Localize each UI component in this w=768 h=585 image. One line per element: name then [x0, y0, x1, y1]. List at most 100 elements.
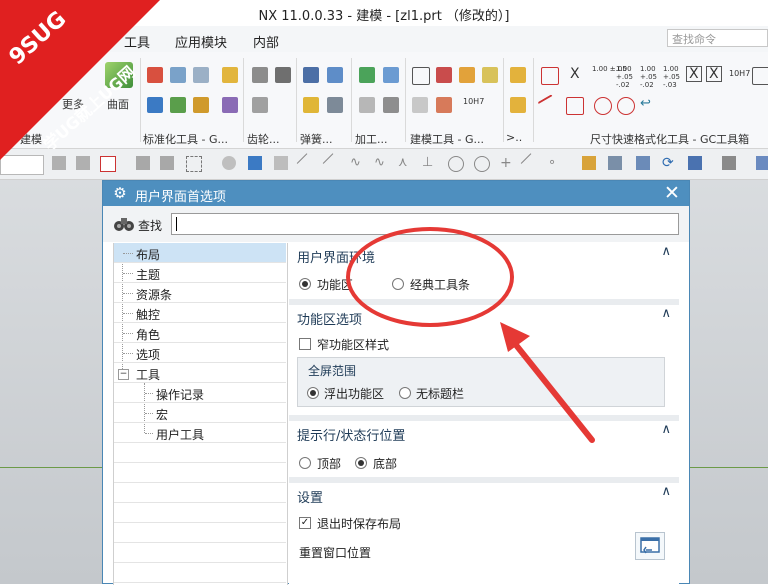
plus-icon[interactable]: +	[500, 156, 514, 170]
line-icon[interactable]	[520, 153, 542, 174]
find-input[interactable]	[171, 213, 679, 235]
spring-tool-icon-2[interactable]	[327, 67, 343, 83]
diameter-icon-2[interactable]	[617, 97, 635, 115]
machining-tool-icon-2[interactable]	[383, 67, 399, 83]
circle-center-icon[interactable]	[448, 156, 464, 172]
close-icon[interactable]: ✕	[663, 183, 681, 203]
dot-icon[interactable]: ∘	[548, 156, 562, 170]
layer-icon[interactable]	[756, 156, 768, 170]
rotate-icon[interactable]: ⟳	[662, 156, 676, 170]
tree-item-layout[interactable]: 布局	[114, 243, 286, 263]
dim-tool-icon-1[interactable]	[541, 67, 559, 85]
tree-collapse-toggle[interactable]: −	[118, 369, 129, 380]
curve-icon[interactable]: ∿	[350, 156, 364, 170]
checkbox-narrow-ribbon[interactable]	[299, 338, 311, 350]
model-tool-icon-3[interactable]	[459, 67, 475, 83]
machining-tool-icon-1[interactable]	[359, 67, 375, 83]
tol-label-4[interactable]: 1.00 +.05 -.03	[663, 65, 683, 89]
std-tool-icon-6[interactable]	[170, 97, 186, 113]
checkbox-save-layout[interactable]: ✓	[299, 517, 311, 529]
radio-bottom-label[interactable]: 底部	[373, 455, 397, 472]
spring-tool-icon-4[interactable]	[327, 97, 343, 113]
radio-top-label[interactable]: 顶部	[317, 455, 341, 472]
10h7-dim-label[interactable]: 10H7	[729, 69, 750, 78]
radio-ribbon-label[interactable]: 功能区	[317, 276, 353, 293]
quadrant-icon[interactable]	[474, 156, 490, 172]
machining-tool-icon-4[interactable]	[383, 97, 399, 113]
collapse-chevron-icon[interactable]: ∧	[661, 484, 671, 499]
view-icon[interactable]	[582, 156, 596, 170]
line-icon[interactable]	[296, 153, 318, 174]
solid-icon[interactable]	[248, 156, 262, 170]
group-label-springs[interactable]: 弹簧...	[300, 131, 333, 147]
collapse-chevron-icon[interactable]: ∧	[661, 244, 671, 259]
radio-floating-ribbon[interactable]	[307, 387, 319, 399]
dim-tool-icon-3[interactable]	[537, 94, 561, 118]
spring-tool-icon-3[interactable]	[303, 97, 319, 113]
intersect-icon[interactable]: ⋏	[398, 156, 412, 170]
command-search-input[interactable]: 查找命令	[667, 29, 768, 47]
render-style-icon[interactable]	[722, 156, 736, 170]
triangle-icon[interactable]	[412, 67, 430, 85]
model-tool-icon-8[interactable]	[510, 97, 526, 113]
box-select-icon[interactable]	[186, 156, 202, 172]
perpendicular-icon[interactable]: ⊥	[422, 156, 436, 170]
tree-item-roles[interactable]: 角色	[114, 323, 286, 343]
snap-icon[interactable]	[222, 156, 236, 170]
gear-tool-icon-3[interactable]	[252, 97, 268, 113]
tree-item-user-tools[interactable]: 用户工具	[114, 423, 286, 443]
std-tool-icon-3[interactable]	[193, 67, 209, 83]
tol-label-2[interactable]: 1.00 +.05 -.02	[616, 65, 636, 89]
reset-window-button[interactable]	[635, 532, 665, 560]
dialog-titlebar[interactable]: ⚙ 用户界面首选项 ✕	[103, 181, 689, 206]
gear-tool-icon-1[interactable]	[252, 67, 268, 83]
group-label-more[interactable]: >..	[506, 131, 522, 144]
group-label-gears[interactable]: 齿轮...	[247, 131, 280, 147]
menu-applications[interactable]: 应用模块	[175, 32, 227, 51]
tree-item-operation-log[interactable]: 操作记录	[114, 383, 286, 403]
std-tool-icon-8[interactable]	[222, 97, 238, 113]
snap-icon[interactable]	[160, 156, 174, 170]
std-tool-icon-7[interactable]	[193, 97, 209, 113]
checkbox-narrow-ribbon-label[interactable]: 窄功能区样式	[317, 336, 389, 353]
view-icon[interactable]	[608, 156, 622, 170]
tree-item-tools[interactable]: 工具	[114, 363, 286, 383]
box-x-icon-2[interactable]: X	[706, 66, 722, 82]
tree-item-resource-bar[interactable]: 资源条	[114, 283, 286, 303]
dim-tool-icon-4[interactable]	[566, 97, 584, 115]
x-icon[interactable]: X	[570, 66, 580, 82]
arrow-icon[interactable]: ↩	[640, 96, 651, 111]
menu-internal[interactable]: 内部	[253, 32, 279, 51]
model-tool-icon-4[interactable]	[482, 67, 498, 83]
model-tool-icon-5[interactable]	[412, 97, 428, 113]
view-icon[interactable]	[636, 156, 650, 170]
group-label-dimension-format[interactable]: 尺寸快速格式化工具 - GC工具箱	[590, 131, 749, 147]
radio-ribbon[interactable]	[299, 278, 311, 290]
collapse-chevron-icon[interactable]: ∧	[661, 422, 671, 437]
radio-no-titlebar-label[interactable]: 无标题栏	[416, 385, 464, 402]
model-tool-icon-6[interactable]	[436, 97, 452, 113]
tree-item-touch[interactable]: 触控	[114, 303, 286, 323]
tree-item-macro[interactable]: 宏	[114, 403, 286, 423]
model-tool-icon-7[interactable]	[510, 67, 526, 83]
snap-icon[interactable]	[274, 156, 288, 170]
10h7-tool-label[interactable]: 10H7	[463, 97, 484, 106]
radio-bottom[interactable]	[355, 457, 367, 469]
dim-tool-icon-2[interactable]	[752, 67, 768, 85]
group-label-modeling-tools[interactable]: 建模工具 - G...	[410, 131, 484, 147]
radio-no-titlebar[interactable]	[399, 387, 411, 399]
group-label-machining[interactable]: 加工...	[355, 131, 388, 147]
checkbox-save-layout-label[interactable]: 退出时保存布局	[317, 515, 401, 532]
diameter-icon[interactable]	[594, 97, 612, 115]
std-tool-icon-4[interactable]	[222, 67, 238, 83]
collapse-chevron-icon[interactable]: ∧	[661, 306, 671, 321]
radio-classic-toolbar-label[interactable]: 经典工具条	[410, 276, 470, 293]
tol-label-3[interactable]: 1.00 +.05 -.02	[640, 65, 660, 89]
radio-top[interactable]	[299, 457, 311, 469]
line-icon[interactable]	[322, 153, 344, 174]
std-tool-icon-2[interactable]	[170, 67, 186, 83]
tol-label-1[interactable]: 1.00 ±.05	[592, 65, 627, 73]
radio-classic-toolbar[interactable]	[392, 278, 404, 290]
gear-tool-icon-2[interactable]	[275, 67, 291, 83]
orient-icon[interactable]	[688, 156, 702, 170]
